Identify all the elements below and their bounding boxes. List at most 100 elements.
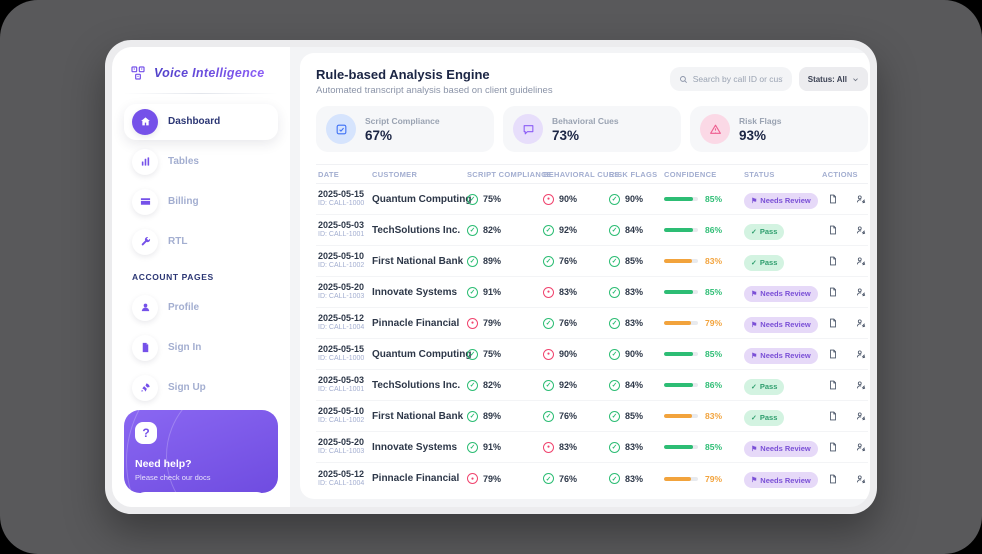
status-cell: ✓ Pass (744, 376, 822, 395)
column-header: RISK FLAGS (609, 170, 664, 179)
view-transcript-icon[interactable] (828, 442, 838, 452)
status-badge[interactable]: ✓ Pass (744, 224, 784, 240)
sidebar-item-label: Dashboard (168, 116, 220, 127)
status-cell: ✓ Pass (744, 252, 822, 271)
metric-value: 82% (483, 380, 501, 390)
date-cell: 2025-05-03 ID: CALL-1001 (318, 220, 372, 240)
assign-reviewer-icon[interactable] (856, 380, 866, 390)
risk-flags-cell: ✓ 85% (609, 411, 664, 422)
sidebar-item-tables[interactable]: Tables (124, 144, 278, 180)
metric-value: 85% (625, 411, 643, 421)
assign-reviewer-icon[interactable] (856, 442, 866, 452)
sidebar-item-dashboard[interactable]: Dashboard (124, 104, 278, 140)
confidence-cell: 85% (664, 349, 744, 359)
desktop-background: Voice Intelligence Dashboard Tables (0, 0, 982, 554)
status-badge-label: Needs Review (760, 320, 810, 329)
confidence-bar (664, 321, 698, 325)
view-transcript-icon[interactable] (828, 256, 838, 266)
confidence-cell: 83% (664, 411, 744, 421)
table-row[interactable]: 2025-05-10 ID: CALL-1002 First National … (316, 246, 868, 277)
view-transcript-icon[interactable] (828, 349, 838, 359)
status-badge[interactable]: ⚑ Needs Review (744, 317, 818, 333)
customer-name: TechSolutions Inc. (372, 225, 467, 236)
table-row[interactable]: 2025-05-03 ID: CALL-1001 TechSolutions I… (316, 370, 868, 401)
metric-value: 76% (559, 411, 577, 421)
header-controls: Status: All (670, 67, 868, 91)
assign-reviewer-icon[interactable] (856, 225, 866, 235)
table-row[interactable]: 2025-05-15 ID: CALL-1000 Quantum Computi… (316, 184, 868, 215)
view-transcript-icon[interactable] (828, 287, 838, 297)
risk-flags-cell: ✓ 83% (609, 442, 664, 453)
assign-reviewer-icon[interactable] (856, 349, 866, 359)
date-cell: 2025-05-10 ID: CALL-1002 (318, 251, 372, 271)
status-badge[interactable]: ⚑ Needs Review (744, 472, 818, 488)
search-box[interactable] (670, 67, 792, 91)
customer-name: Innovate Systems (372, 287, 467, 298)
sidebar-item-sign-up[interactable]: Sign Up (124, 370, 278, 406)
view-transcript-icon[interactable] (828, 318, 838, 328)
status-badge-label: Needs Review (760, 476, 810, 485)
sidebar-item-billing[interactable]: Billing (124, 184, 278, 220)
status-badge[interactable]: ⚑ Needs Review (744, 441, 818, 457)
status-filter-dropdown[interactable]: Status: All (799, 67, 868, 91)
status-badge[interactable]: ✓ Pass (744, 379, 784, 395)
view-transcript-icon[interactable] (828, 225, 838, 235)
assign-reviewer-icon[interactable] (856, 411, 866, 421)
metric-value: 83% (625, 442, 643, 452)
table-row[interactable]: 2025-05-03 ID: CALL-1001 TechSolutions I… (316, 215, 868, 246)
metric-value: 76% (559, 318, 577, 328)
documentation-button[interactable]: DOCUMENTATION (135, 492, 267, 493)
confidence-bar (664, 477, 698, 481)
user-icon (132, 295, 158, 321)
metric-value: 90% (625, 194, 643, 204)
status-badge-icon: ✓ (751, 383, 757, 391)
assign-reviewer-icon[interactable] (856, 287, 866, 297)
page-title: Rule-based Analysis Engine (316, 67, 553, 82)
assign-reviewer-icon[interactable] (856, 474, 866, 484)
metric-value: 79% (483, 318, 501, 328)
assign-reviewer-icon[interactable] (856, 318, 866, 328)
sidebar-item-profile[interactable]: Profile (124, 290, 278, 326)
view-transcript-icon[interactable] (828, 411, 838, 421)
confidence-cell: 83% (664, 256, 744, 266)
table-row[interactable]: 2025-05-20 ID: CALL-1003 Innovate System… (316, 432, 868, 463)
view-transcript-icon[interactable] (828, 474, 838, 484)
call-date: 2025-05-20 (318, 437, 372, 448)
status-badge[interactable]: ✓ Pass (744, 410, 784, 426)
customer-name: First National Bank (372, 411, 467, 422)
status-badge[interactable]: ⚑ Needs Review (744, 286, 818, 302)
confidence-cell: 79% (664, 474, 744, 484)
metric-status-icon: ✓ (467, 256, 478, 267)
metric-value: 75% (483, 194, 501, 204)
actions-cell (822, 474, 866, 484)
search-input[interactable] (693, 74, 783, 84)
confidence-bar (664, 383, 698, 387)
table-row[interactable]: 2025-05-10 ID: CALL-1002 First National … (316, 401, 868, 432)
status-badge[interactable]: ✓ Pass (744, 255, 784, 271)
metric-status-icon: ✓ (543, 318, 554, 329)
view-transcript-icon[interactable] (828, 380, 838, 390)
status-badge[interactable]: ⚑ Needs Review (744, 193, 818, 209)
assign-reviewer-icon[interactable] (856, 194, 866, 204)
stats-row: Script Compliance 67% Behavioral Cues 73… (316, 106, 868, 152)
table-row[interactable]: 2025-05-15 ID: CALL-1000 Quantum Computi… (316, 339, 868, 370)
stat-label: Risk Flags (739, 116, 782, 126)
table-row[interactable]: 2025-05-12 ID: CALL-1004 Pinnacle Financ… (316, 308, 868, 339)
status-badge[interactable]: ⚑ Needs Review (744, 348, 818, 364)
metric-status-icon: ✓ (609, 287, 620, 298)
table-row[interactable]: 2025-05-20 ID: CALL-1003 Innovate System… (316, 277, 868, 308)
confidence-bar (664, 259, 698, 263)
status-badge-label: Pass (760, 382, 778, 391)
status-filter-label: Status: All (808, 75, 847, 84)
status-badge-label: Needs Review (760, 444, 810, 453)
sidebar-item-sign-in[interactable]: Sign In (124, 330, 278, 366)
view-transcript-icon[interactable] (828, 194, 838, 204)
metric-status-icon: ● (543, 287, 554, 298)
table-row[interactable]: 2025-05-12 ID: CALL-1004 Pinnacle Financ… (316, 463, 868, 494)
metric-status-icon: ● (543, 194, 554, 205)
call-date: 2025-05-03 (318, 220, 372, 231)
confidence-value: 86% (705, 380, 722, 390)
metric-value: 85% (625, 256, 643, 266)
assign-reviewer-icon[interactable] (856, 256, 866, 266)
sidebar-item-rtl[interactable]: RTL (124, 224, 278, 260)
